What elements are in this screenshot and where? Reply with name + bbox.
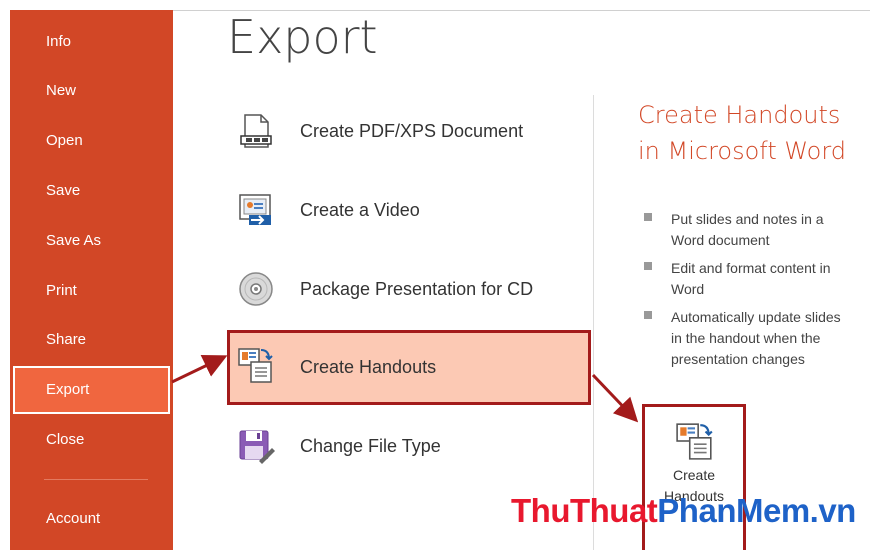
video-icon xyxy=(237,191,275,229)
export-option-label: Create Handouts xyxy=(300,357,437,377)
change-file-type-icon xyxy=(237,427,275,465)
annotation-arrow xyxy=(591,373,639,423)
panel-divider xyxy=(593,95,594,550)
nav-account[interactable]: Account xyxy=(10,497,173,541)
bullet-square-icon xyxy=(644,262,652,270)
nav-save-as[interactable]: Save As xyxy=(10,219,173,263)
export-option-label: Package Presentation for CD xyxy=(300,279,534,299)
export-option-label: Create a Video xyxy=(300,200,420,220)
handouts-icon xyxy=(675,421,715,461)
backstage-sidebar: Info New Open Save Save As Print Share E… xyxy=(10,10,173,550)
page-title: Export xyxy=(227,10,378,64)
export-option-label: Create PDF/XPS Document xyxy=(300,121,524,141)
nav-print[interactable]: Print xyxy=(10,269,173,313)
bullet-square-icon xyxy=(644,213,652,221)
nav-close[interactable]: Close xyxy=(10,418,173,462)
nav-separator xyxy=(44,479,148,480)
bullet-text: Automatically update slides in the hando… xyxy=(671,309,841,367)
detail-bullets: Put slides and notes in a Word document … xyxy=(643,209,853,377)
annotation-arrow xyxy=(171,354,228,384)
nav-info[interactable]: Info xyxy=(10,20,173,64)
bullet-text: Put slides and notes in a Word document xyxy=(671,211,824,248)
watermark-part2: PhanMem.vn xyxy=(657,492,856,529)
handouts-icon xyxy=(237,346,275,384)
detail-title: Create Handouts in Microsoft Word xyxy=(638,101,847,165)
bullet-text: Edit and format content in Word xyxy=(671,260,831,297)
nav-open[interactable]: Open xyxy=(10,119,173,163)
bullet-item: Edit and format content in Word xyxy=(643,258,853,300)
nav-save[interactable]: Save xyxy=(10,169,173,213)
nav-export[interactable]: Export xyxy=(13,366,170,414)
export-option-package-cd[interactable]: Package Presentation for CD xyxy=(227,254,591,324)
pdf-document-icon xyxy=(237,112,275,150)
export-option-label: Change File Type xyxy=(300,436,441,456)
cd-disc-icon xyxy=(237,270,275,308)
bullet-square-icon xyxy=(644,311,652,319)
watermark: ThuThuatPhanMem.vn xyxy=(511,492,856,530)
export-option-handouts[interactable]: Create Handouts xyxy=(227,330,591,405)
watermark-part1: ThuThuat xyxy=(511,492,658,529)
nav-share[interactable]: Share xyxy=(10,318,173,362)
bullet-item: Automatically update slides in the hando… xyxy=(643,307,853,370)
export-option-video[interactable]: Create a Video xyxy=(227,175,591,245)
nav-new[interactable]: New xyxy=(10,69,173,113)
export-option-pdf[interactable]: Create PDF/XPS Document xyxy=(227,96,591,166)
export-option-change-file-type[interactable]: Change File Type xyxy=(227,411,591,481)
bullet-item: Put slides and notes in a Word document xyxy=(643,209,853,251)
